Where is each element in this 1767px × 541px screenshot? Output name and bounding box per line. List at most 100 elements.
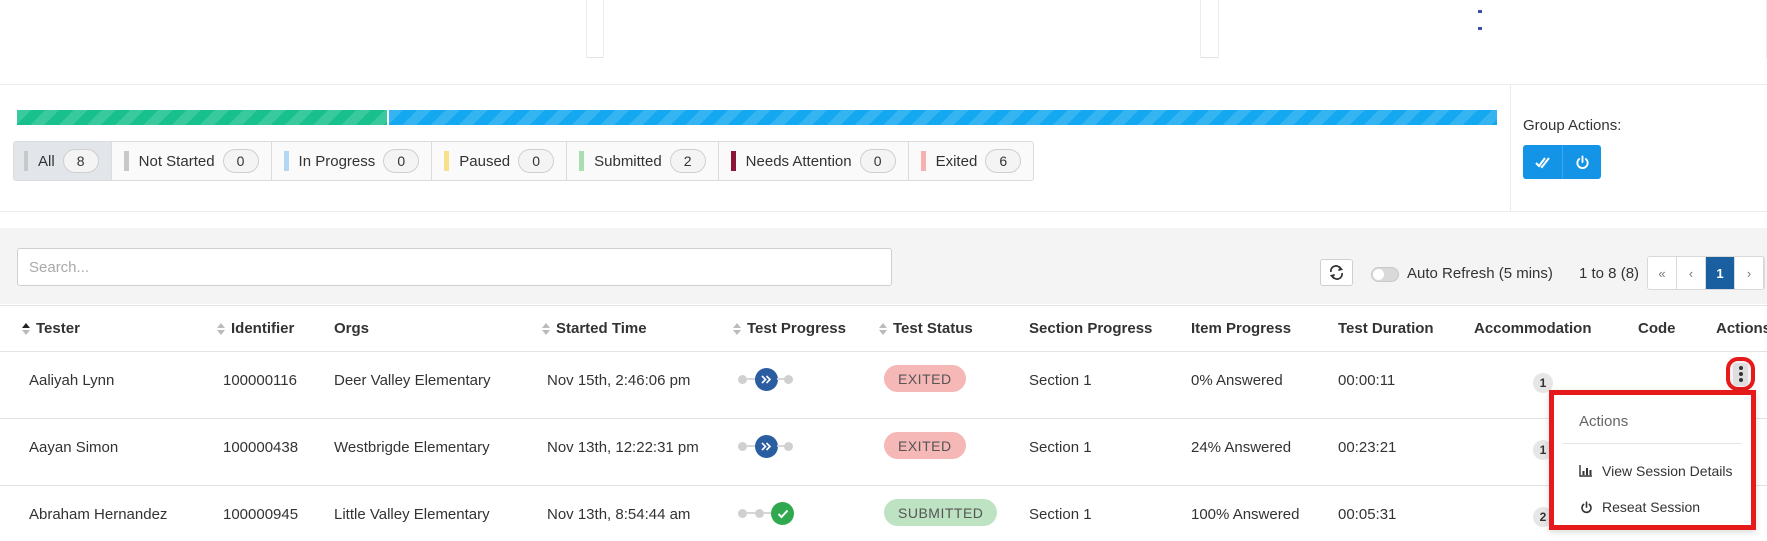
row-actions-kebab-button[interactable] <box>1726 357 1755 391</box>
filter-all[interactable]: All 8 <box>14 142 112 180</box>
cell-org: Deer Valley Elementary <box>334 372 491 389</box>
filter-in-progress[interactable]: In Progress 0 <box>272 142 433 180</box>
column-header-actions: Actions <box>1716 320 1767 337</box>
table-row[interactable]: Aaliyah Lynn 100000116 Deer Valley Eleme… <box>0 352 1767 419</box>
cell-tester: Aaliyah Lynn <box>29 372 115 389</box>
step-node-exited <box>755 368 778 391</box>
status-swatch <box>730 151 736 171</box>
progress-segment-submitted <box>17 110 387 125</box>
cell-started-time: Nov 15th, 2:46:06 pm <box>547 372 691 389</box>
summary-cards <box>0 0 1767 58</box>
cell-section-progress: Section 1 <box>1029 372 1092 389</box>
status-swatch <box>920 151 926 171</box>
column-header-identifier[interactable]: Identifier <box>217 320 294 337</box>
group-actions-title: Group Actions: <box>1523 117 1622 134</box>
menu-item-reseat-session[interactable]: Reseat Session <box>1579 499 1700 515</box>
summary-card <box>1218 0 1767 58</box>
column-header-accommodation[interactable]: Accommodation <box>1474 320 1592 337</box>
auto-refresh-label: Auto Refresh (5 mins) <box>1407 265 1553 282</box>
table-row[interactable]: Aayan Simon 100000438 Westbrigde Element… <box>0 419 1767 486</box>
cell-tester: Aayan Simon <box>29 439 119 456</box>
cropped-chart-fragment <box>1478 0 1488 30</box>
power-icon <box>1575 154 1589 169</box>
status-swatch <box>579 151 585 171</box>
filter-submitted[interactable]: Submitted 2 <box>567 142 719 180</box>
filter-paused[interactable]: Paused 0 <box>432 142 568 180</box>
filter-needs-attention[interactable]: Needs Attention 0 <box>719 142 909 180</box>
column-header-tester[interactable]: Tester <box>22 320 80 337</box>
first-page-button[interactable]: « <box>1648 257 1677 289</box>
group-actions-buttons <box>1523 145 1601 179</box>
group-actions-panel: Group Actions: <box>1510 85 1767 211</box>
group-power-button[interactable] <box>1562 145 1601 179</box>
column-header-label: Test Duration <box>1338 320 1434 337</box>
sort-icon <box>542 322 550 335</box>
column-header-label: Test Progress <box>747 320 846 337</box>
bar-chart-icon <box>1579 464 1593 478</box>
summary-card <box>603 0 1201 58</box>
menu-item-label: Reseat Session <box>1602 499 1701 515</box>
kebab-icon <box>1733 362 1748 386</box>
prev-page-button[interactable]: ‹ <box>1677 257 1706 289</box>
refresh-icon <box>1329 265 1344 280</box>
double-check-icon <box>1534 157 1550 169</box>
status-swatch <box>444 151 450 171</box>
search-input[interactable] <box>17 248 892 286</box>
status-filter-tabs: All 8 Not Started 0 In Progress 0 Paused… <box>13 141 1035 181</box>
filter-not-started[interactable]: Not Started 0 <box>112 142 272 180</box>
filter-count: 0 <box>518 149 555 173</box>
sort-icon <box>217 322 225 335</box>
column-header-test-progress[interactable]: Test Progress <box>733 320 846 337</box>
filter-label: Needs Attention <box>745 152 852 170</box>
status-badge: EXITED <box>884 365 966 392</box>
cell-identifier: 100000945 <box>223 506 299 523</box>
cell-test-duration: 00:00:11 <box>1338 372 1396 389</box>
cell-org: Westbrigde Elementary <box>334 439 490 456</box>
column-header-test-duration[interactable]: Test Duration <box>1338 320 1434 337</box>
refresh-button[interactable] <box>1320 259 1353 286</box>
filter-exited[interactable]: Exited 6 <box>909 142 1034 180</box>
column-header-label: Identifier <box>231 320 295 337</box>
column-header-orgs[interactable]: Orgs <box>334 320 369 337</box>
sort-icon <box>22 322 30 335</box>
column-header-started-time[interactable]: Started Time <box>542 320 647 337</box>
column-header-section-progress[interactable]: Section Progress <box>1029 320 1152 337</box>
column-header-label: Section Progress <box>1029 320 1153 337</box>
column-header-label: Accommodation <box>1474 320 1592 337</box>
power-icon <box>1579 500 1593 514</box>
double-chevron-right-icon <box>761 442 772 451</box>
group-approve-button[interactable] <box>1523 145 1562 179</box>
table-row[interactable]: Abraham Hernandez 100000945 Little Valle… <box>0 486 1767 541</box>
status-swatch <box>123 151 129 171</box>
page-1-button[interactable]: 1 <box>1706 257 1735 289</box>
status-swatch <box>283 151 289 171</box>
column-header-label: Tester <box>36 320 80 337</box>
column-header-label: Actions <box>1716 320 1767 337</box>
double-chevron-right-icon <box>761 375 772 384</box>
cell-item-progress: 0% Answered <box>1191 372 1283 389</box>
test-progress-stepper <box>738 433 798 459</box>
row-actions-menu: Actions View Session Details Reseat Sess… <box>1549 390 1756 530</box>
auto-refresh-toggle[interactable] <box>1371 267 1399 282</box>
sort-icon <box>733 322 741 335</box>
column-header-label: Test Status <box>893 320 973 337</box>
filter-label: In Progress <box>298 152 376 170</box>
column-header-code[interactable]: Code <box>1638 320 1676 337</box>
next-page-button[interactable]: › <box>1735 257 1764 289</box>
cell-tester: Abraham Hernandez <box>29 506 168 523</box>
column-header-label: Started Time <box>556 320 647 337</box>
pagination-range: 1 to 8 (8) <box>1579 265 1640 282</box>
cell-identifier: 100000116 <box>223 372 297 389</box>
column-header-test-status[interactable]: Test Status <box>879 320 973 337</box>
menu-item-view-session-details[interactable]: View Session Details <box>1579 463 1732 479</box>
cell-started-time: Nov 13th, 12:22:31 pm <box>547 439 699 456</box>
status-progress-bar <box>17 110 1497 125</box>
column-header-item-progress[interactable]: Item Progress <box>1191 320 1291 337</box>
summary-card <box>0 0 587 58</box>
progress-segment-exited <box>388 110 1497 125</box>
test-progress-stepper <box>738 366 798 392</box>
cell-section-progress: Section 1 <box>1029 439 1092 456</box>
cell-item-progress: 24% Answered <box>1191 439 1292 456</box>
cell-test-duration: 00:05:31 <box>1338 506 1397 523</box>
filter-count: 0 <box>859 149 896 173</box>
